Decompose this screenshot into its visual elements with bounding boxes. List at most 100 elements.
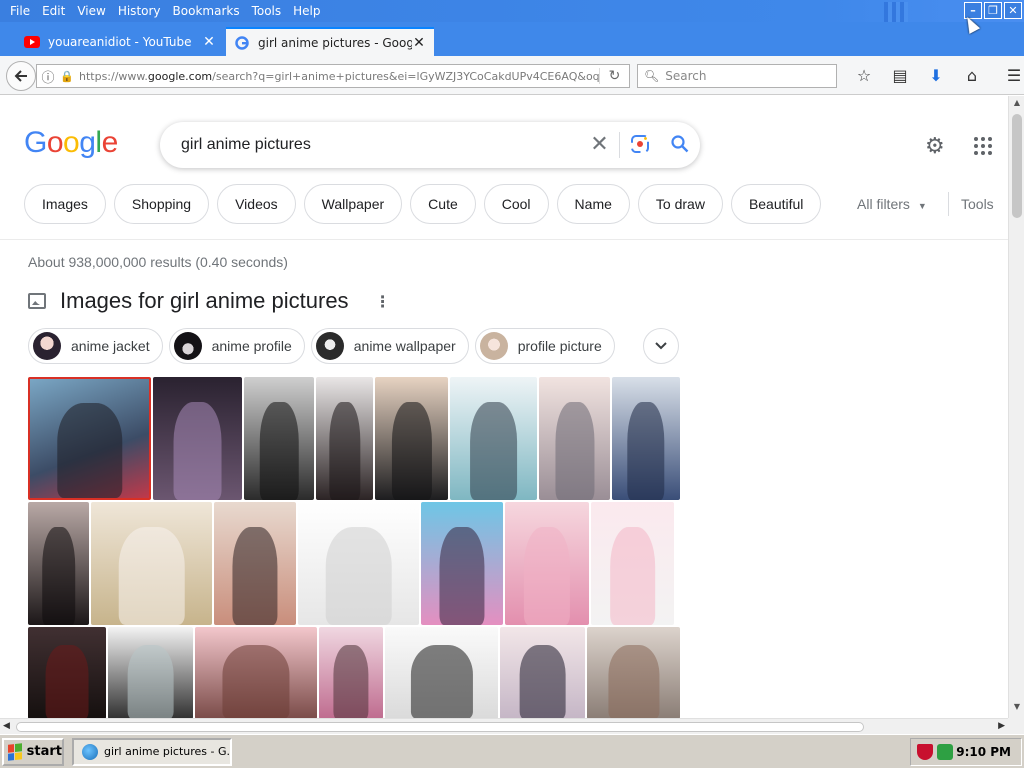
- scroll-down-icon[interactable]: ▼: [1009, 702, 1024, 716]
- image-result[interactable]: [108, 627, 193, 718]
- refine-anime-jacket[interactable]: anime jacket: [28, 328, 163, 364]
- google-search-box[interactable]: girl anime pictures ✕: [160, 122, 700, 168]
- download-icon[interactable]: ⬇: [918, 66, 954, 85]
- scroll-right-icon[interactable]: ▶: [998, 721, 1005, 731]
- chip-videos[interactable]: Videos: [217, 184, 296, 224]
- vertical-scroll-thumb[interactable]: [1012, 114, 1022, 218]
- all-filters-button[interactable]: All filters ▼: [857, 196, 927, 212]
- clock: 9:10 PM: [956, 745, 1011, 759]
- image-result[interactable]: [539, 377, 610, 500]
- search-query[interactable]: girl anime pictures: [181, 136, 580, 154]
- image-result[interactable]: [591, 502, 674, 625]
- security-shield-icon[interactable]: [917, 744, 933, 760]
- image-result[interactable]: [153, 377, 242, 500]
- close-window-button[interactable]: ✕: [1004, 2, 1022, 19]
- google-lens-icon[interactable]: [620, 134, 660, 157]
- chip-shopping[interactable]: Shopping: [113, 184, 210, 224]
- toolbar-icons: ☆ ▤ ⬇ ⌂ ☰: [846, 66, 1024, 85]
- url-bar[interactable]: ⓘ 🔒 https://www.google.com/search?q=girl…: [36, 64, 630, 88]
- image-result[interactable]: [505, 502, 589, 625]
- windows-taskbar: start girl anime pictures - G... 9:10 PM: [0, 734, 1024, 768]
- image-result[interactable]: [587, 627, 680, 718]
- tab-youtube[interactable]: youareanidiot - YouTube ✕: [16, 27, 224, 56]
- search-filter-chips: Images Shopping Videos Wallpaper Cute Co…: [24, 184, 822, 224]
- reload-icon[interactable]: ↻: [599, 68, 629, 84]
- url-text[interactable]: https://www.google.com/search?q=girl+ani…: [75, 70, 599, 83]
- all-filters-label: All filters: [857, 196, 910, 212]
- hamburger-menu-icon[interactable]: ☰: [996, 66, 1024, 85]
- start-button[interactable]: start: [2, 737, 64, 766]
- menu-edit[interactable]: Edit: [36, 4, 71, 18]
- image-row: [28, 377, 680, 500]
- close-tab-icon[interactable]: ✕: [202, 34, 216, 50]
- menu-view[interactable]: View: [71, 4, 111, 18]
- image-result[interactable]: [28, 502, 89, 625]
- horizontal-scrollbar[interactable]: ◀ ▶: [0, 718, 1008, 734]
- menu-help[interactable]: Help: [287, 4, 326, 18]
- browser-search-input[interactable]: 🔍︎ Search: [637, 64, 837, 88]
- image-result[interactable]: [421, 502, 503, 625]
- settings-gear-icon[interactable]: ⚙: [925, 134, 945, 159]
- search-submit-icon[interactable]: [660, 134, 700, 156]
- network-icon[interactable]: [937, 744, 953, 760]
- chip-cool[interactable]: Cool: [483, 184, 549, 224]
- chip-cute[interactable]: Cute: [410, 184, 476, 224]
- taskbar-task-firefox[interactable]: girl anime pictures - G...: [72, 737, 232, 766]
- chip-wallpaper[interactable]: Wallpaper: [303, 184, 403, 224]
- info-icon[interactable]: ⓘ: [37, 67, 59, 86]
- menu-history[interactable]: History: [112, 4, 167, 18]
- scroll-up-icon[interactable]: ▲: [1009, 98, 1024, 112]
- tools-button[interactable]: Tools: [948, 192, 994, 216]
- scroll-left-icon[interactable]: ◀: [3, 721, 10, 731]
- image-result[interactable]: [244, 377, 314, 500]
- chip-thumbnail: [33, 332, 61, 360]
- image-result[interactable]: [450, 377, 537, 500]
- menu-file[interactable]: File: [4, 4, 36, 18]
- refine-label: anime wallpaper: [353, 338, 456, 354]
- header-divider: [0, 239, 1008, 240]
- search-placeholder: Search: [665, 69, 707, 83]
- lock-icon[interactable]: 🔒: [59, 70, 75, 83]
- menu-bookmarks[interactable]: Bookmarks: [167, 4, 246, 18]
- horizontal-scroll-thumb[interactable]: [16, 722, 864, 732]
- image-result[interactable]: [500, 627, 585, 718]
- image-result[interactable]: [28, 377, 151, 500]
- vertical-scrollbar[interactable]: ▲ ▼: [1008, 96, 1024, 718]
- images-section-title[interactable]: Images for girl anime pictures: [60, 288, 349, 314]
- chip-name[interactable]: Name: [556, 184, 630, 224]
- back-button[interactable]: [6, 61, 36, 91]
- image-result[interactable]: [612, 377, 680, 500]
- google-logo[interactable]: Google: [24, 126, 118, 160]
- image-result[interactable]: [28, 627, 106, 718]
- close-tab-icon[interactable]: ✕: [412, 35, 426, 51]
- google-apps-icon[interactable]: [974, 137, 992, 155]
- menu-tools[interactable]: Tools: [246, 4, 288, 18]
- refine-label: profile picture: [517, 338, 602, 354]
- image-result[interactable]: [375, 377, 448, 500]
- refinement-chips: anime jacket anime profile anime wallpap…: [28, 328, 615, 364]
- restore-button[interactable]: ❐: [984, 2, 1002, 19]
- clear-search-icon[interactable]: ✕: [580, 132, 620, 158]
- chip-images[interactable]: Images: [24, 184, 106, 224]
- refine-anime-wallpaper[interactable]: anime wallpaper: [310, 328, 469, 364]
- image-result[interactable]: [91, 502, 212, 625]
- image-result[interactable]: [316, 377, 373, 500]
- image-result[interactable]: [298, 502, 419, 625]
- image-icon: [28, 293, 46, 309]
- refine-profile-picture[interactable]: profile picture: [474, 328, 615, 364]
- image-result[interactable]: [385, 627, 498, 718]
- home-icon[interactable]: ⌂: [954, 66, 990, 85]
- bookmark-star-icon[interactable]: ☆: [846, 66, 882, 85]
- image-result[interactable]: [319, 627, 383, 718]
- tab-title: girl anime pictures - Google Sea: [258, 35, 412, 50]
- expand-refinements-button[interactable]: [643, 328, 679, 364]
- chip-beautiful[interactable]: Beautiful: [730, 184, 822, 224]
- image-result[interactable]: [214, 502, 296, 625]
- tab-google-search[interactable]: girl anime pictures - Google Sea ✕: [226, 27, 434, 56]
- chip-to-draw[interactable]: To draw: [637, 184, 723, 224]
- refine-anime-profile[interactable]: anime profile: [168, 328, 305, 364]
- more-options-icon[interactable]: ⋮: [375, 292, 391, 311]
- scrollbar-corner: [1008, 718, 1024, 734]
- reading-list-icon[interactable]: ▤: [882, 66, 918, 85]
- image-result[interactable]: [195, 627, 317, 718]
